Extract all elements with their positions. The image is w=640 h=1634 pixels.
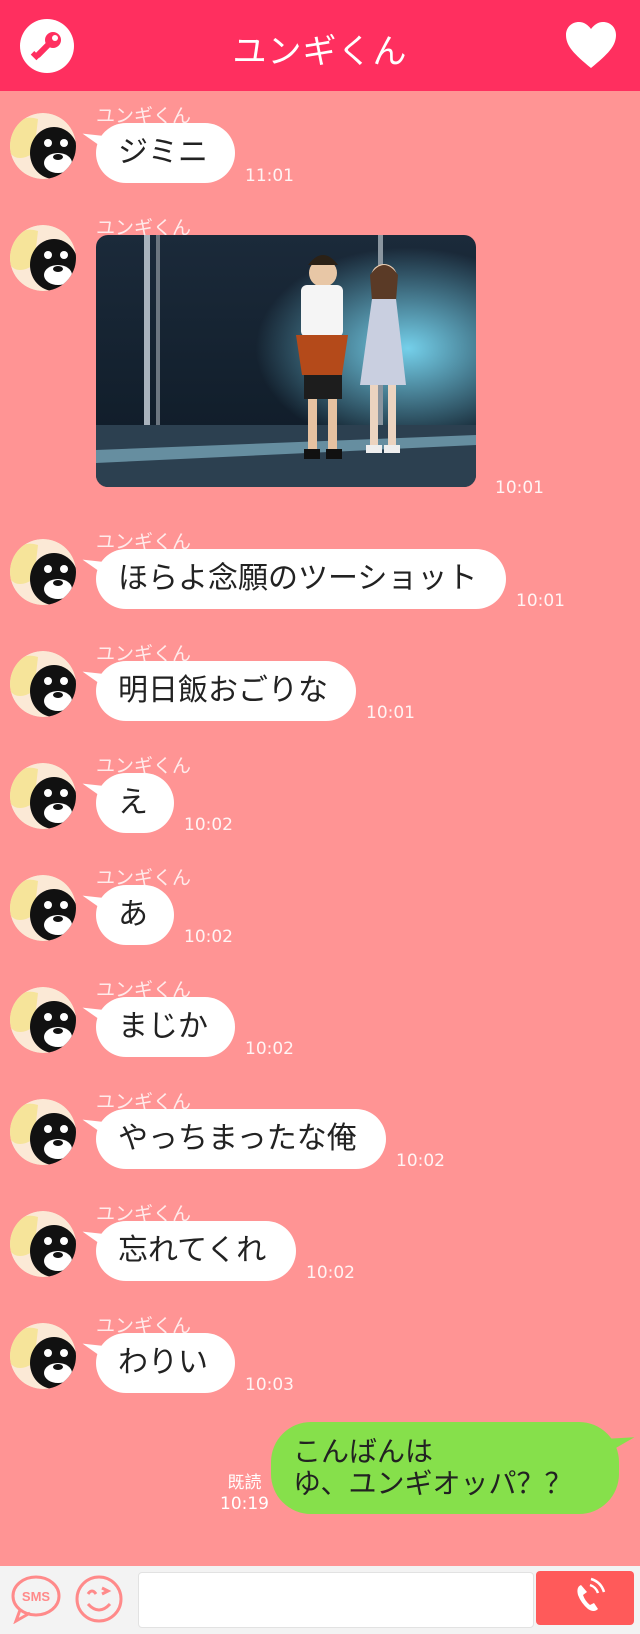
- outgoing-line-2: ゆ、ユンギオッパ？？: [293, 1467, 573, 1500]
- avatar[interactable]: [10, 539, 76, 605]
- message-item: ユンギくん あ 10:02: [0, 863, 640, 953]
- avatar[interactable]: [10, 1099, 76, 1165]
- message-bubble[interactable]: あ: [96, 885, 174, 945]
- outgoing-time: 10:19: [220, 1494, 269, 1514]
- avatar[interactable]: [10, 987, 76, 1053]
- message-item: ユンギくん ほらよ念願のツーショット 10:01: [0, 527, 640, 617]
- avatar[interactable]: [10, 763, 76, 829]
- message-bubble[interactable]: わりい: [96, 1333, 235, 1393]
- avatar[interactable]: [10, 1323, 76, 1389]
- message-item: ユンギくん ジミニ 11:01: [0, 101, 640, 191]
- message-time: 10:02: [184, 927, 233, 947]
- message-item: ユンギくん え 10:02: [0, 751, 640, 841]
- message-time: 10:02: [396, 1151, 445, 1171]
- favorite-button[interactable]: [564, 20, 618, 74]
- emoji-button[interactable]: [74, 1574, 124, 1624]
- shared-photo[interactable]: [96, 235, 476, 487]
- chat-header: ユンギくん: [0, 0, 640, 91]
- message-item: ユンギくん 忘れてくれ 10:02: [0, 1199, 640, 1289]
- message-item: ユンギくん 10:01: [0, 213, 640, 503]
- sms-label: SMS: [22, 1589, 51, 1604]
- read-receipt: 既読 10:19: [220, 1473, 269, 1515]
- sms-icon: SMS: [11, 1575, 61, 1625]
- avatar[interactable]: [10, 1211, 76, 1277]
- message-bubble[interactable]: 忘れてくれ: [96, 1221, 296, 1281]
- call-button[interactable]: [536, 1571, 634, 1625]
- composer-bar: SMS: [0, 1566, 640, 1634]
- message-bubble[interactable]: ほらよ念願のツーショット: [96, 549, 506, 609]
- avatar[interactable]: [10, 651, 76, 717]
- message-time: 10:02: [245, 1039, 294, 1059]
- message-item: ユンギくん まじか 10:02: [0, 975, 640, 1065]
- avatar[interactable]: [10, 113, 76, 179]
- sms-button[interactable]: SMS: [10, 1574, 62, 1625]
- message-input[interactable]: [138, 1572, 534, 1628]
- message-time: 10:02: [184, 815, 233, 835]
- smiley-icon: [75, 1575, 123, 1623]
- message-time: 10:01: [366, 703, 415, 723]
- avatar[interactable]: [10, 875, 76, 941]
- message-item: ユンギくん やっちまったな俺 10:02: [0, 1087, 640, 1177]
- message-time: 10:02: [306, 1263, 355, 1283]
- message-bubble[interactable]: やっちまったな俺: [96, 1109, 386, 1169]
- outgoing-line-1: こんばんは: [293, 1435, 434, 1468]
- message-time: 11:01: [245, 166, 294, 186]
- page-title: ユンギくん: [232, 32, 408, 72]
- message-time: 10:03: [245, 1375, 294, 1395]
- message-item: ユンギくん 明日飯おごりな 10:01: [0, 639, 640, 729]
- avatar[interactable]: [10, 225, 76, 291]
- message-time: 10:01: [516, 591, 565, 611]
- phone-icon: [577, 1577, 606, 1611]
- message-item: ユンギくん わりい 10:03: [0, 1311, 640, 1401]
- heart-icon: [566, 22, 616, 68]
- message-bubble[interactable]: 明日飯おごりな: [96, 661, 356, 721]
- message-bubble[interactable]: え: [96, 773, 174, 833]
- message-bubble[interactable]: ジミニ: [96, 123, 235, 183]
- read-label: 既読: [227, 1473, 262, 1493]
- message-time: 10:01: [495, 478, 544, 498]
- outgoing-message-bubble[interactable]: こんばんは ゆ、ユンギオッパ？？: [271, 1422, 619, 1514]
- message-bubble[interactable]: まじか: [96, 997, 235, 1057]
